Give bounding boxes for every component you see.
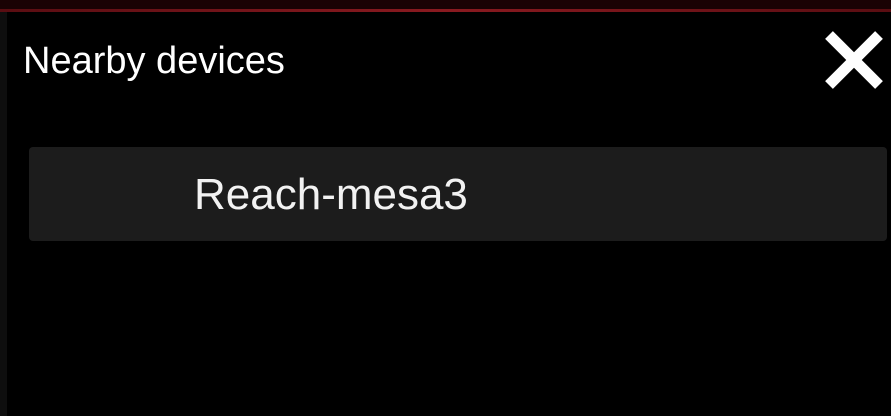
device-name: Reach-mesa3 xyxy=(194,170,468,219)
close-icon xyxy=(825,31,883,89)
left-edge xyxy=(0,12,7,416)
dialog-title: Nearby devices xyxy=(23,40,285,82)
top-divider xyxy=(0,9,891,12)
close-button[interactable] xyxy=(822,26,886,94)
device-list-item[interactable]: Reach-mesa3 xyxy=(29,147,887,241)
top-bar xyxy=(0,0,891,9)
